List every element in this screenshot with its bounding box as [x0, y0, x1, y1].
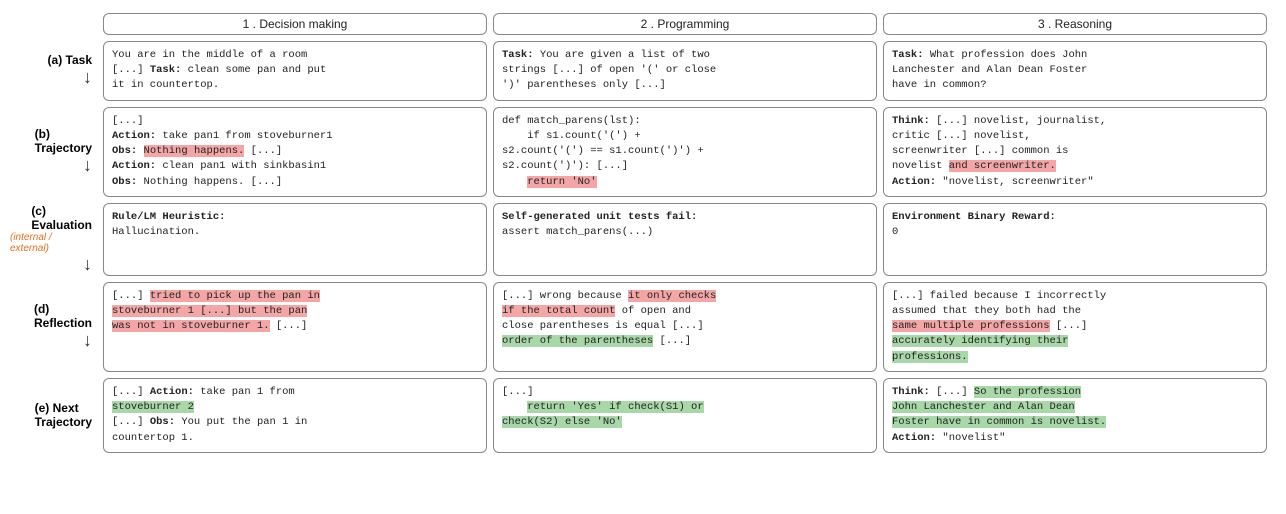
reflection-cell-3: [...] failed because I incorrectlyassume…: [883, 282, 1267, 372]
trajectory-cell-1: [...] Action: take pan1 from stoveburner…: [103, 107, 487, 197]
col-header-3: 3 . Reasoning: [883, 13, 1267, 35]
col-title-2: 2 . Programming: [641, 17, 730, 31]
trajectory-label: (b)Trajectory ↓: [10, 104, 100, 200]
evaluation-label: (c)Evaluation (internal / external) ↓: [10, 200, 100, 279]
reflection-label: (d)Reflection ↓: [10, 279, 100, 375]
task-text-3: Task: What profession does JohnLancheste…: [892, 49, 1087, 91]
reflection-label-text: (d)Reflection: [34, 302, 92, 330]
next-label-text: (e) NextTrajectory: [35, 401, 92, 429]
task-label: (a) Task ↓: [10, 38, 100, 104]
next-label: (e) NextTrajectory: [10, 375, 100, 456]
trajectory-text-1: [...] Action: take pan1 from stoveburner…: [112, 115, 333, 188]
reflection-cell-2: [...] wrong because it only checksif the…: [493, 282, 877, 372]
reflection-text-3: [...] failed because I incorrectlyassume…: [892, 290, 1106, 363]
evaluation-cell-1: Rule/LM Heuristic: Hallucination.: [103, 203, 487, 276]
trajectory-label-text: (b)Trajectory: [35, 127, 92, 155]
next-text-2: [...] return 'Yes' if check(S1) orcheck(…: [502, 386, 704, 428]
evaluation-text-1: Rule/LM Heuristic: Hallucination.: [112, 211, 225, 238]
header-label-empty: [10, 10, 100, 38]
trajectory-arrow: ↓: [83, 155, 92, 176]
reflection-cell-1: [...] tried to pick up the pan instovebu…: [103, 282, 487, 372]
evaluation-arrow: ↓: [83, 254, 92, 275]
col-header-1: 1 . Decision making: [103, 13, 487, 35]
evaluation-text-2: Self-generated unit tests fail: assert m…: [502, 211, 697, 238]
task-cell-2: Task: You are given a list of twostrings…: [493, 41, 877, 101]
task-text-2: Task: You are given a list of twostrings…: [502, 49, 716, 91]
trajectory-cell-3: Think: [...] novelist, journalist, criti…: [883, 107, 1267, 197]
task-arrow: ↓: [83, 67, 92, 88]
task-cell-3: Task: What profession does JohnLancheste…: [883, 41, 1267, 101]
next-text-1: [...] Action: take pan 1 from stoveburne…: [112, 386, 307, 444]
evaluation-text-3: Environment Binary Reward: 0: [892, 211, 1056, 238]
task-label-text: (a) Task: [48, 53, 92, 67]
reflection-text-1: [...] tried to pick up the pan instovebu…: [112, 290, 320, 332]
next-cell-3: Think: [...] So the professionJohn Lanch…: [883, 378, 1267, 453]
trajectory-text-2: def match_parens(lst): if s1.count('(') …: [502, 115, 704, 188]
reflection-arrow: ↓: [83, 330, 92, 351]
col-title-3: 3 . Reasoning: [1038, 17, 1112, 31]
reflection-text-2: [...] wrong because it only checksif the…: [502, 290, 716, 348]
col-header-2: 2 . Programming: [493, 13, 877, 35]
evaluation-label-text: (c)Evaluation: [31, 204, 92, 232]
task-text-1: You are in the middle of a room[...] Tas…: [112, 49, 326, 91]
evaluation-cell-2: Self-generated unit tests fail: assert m…: [493, 203, 877, 276]
col-title-1: 1 . Decision making: [243, 17, 348, 31]
task-cell-1: You are in the middle of a room[...] Tas…: [103, 41, 487, 101]
next-cell-1: [...] Action: take pan 1 from stoveburne…: [103, 378, 487, 453]
next-cell-2: [...] return 'Yes' if check(S1) orcheck(…: [493, 378, 877, 453]
trajectory-text-3: Think: [...] novelist, journalist, criti…: [892, 115, 1106, 188]
evaluation-sublabel: (internal / external): [10, 232, 92, 254]
trajectory-cell-2: def match_parens(lst): if s1.count('(') …: [493, 107, 877, 197]
evaluation-cell-3: Environment Binary Reward: 0: [883, 203, 1267, 276]
main-grid: 1 . Decision making 2 . Programming 3 . …: [10, 10, 1270, 456]
next-text-3: Think: [...] So the professionJohn Lanch…: [892, 386, 1106, 444]
